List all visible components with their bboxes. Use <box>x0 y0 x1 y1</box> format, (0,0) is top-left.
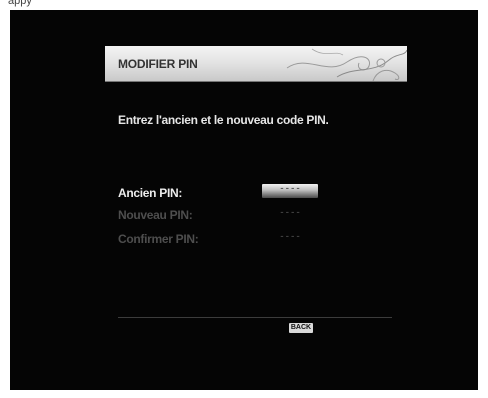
confirm-pin-field[interactable]: ---- <box>262 232 318 246</box>
old-pin-field[interactable]: ---- <box>262 184 318 198</box>
cropped-text: appy <box>8 0 32 7</box>
dialog-header: MODIFIER PIN <box>105 46 407 81</box>
instruction-text: Entrez l'ancien et le nouveau code PIN. <box>118 113 329 127</box>
new-pin-label: Nouveau PIN: <box>118 208 193 222</box>
decorative-swirl-icon <box>286 48 407 81</box>
dialog-title: MODIFIER PIN <box>118 57 198 71</box>
confirm-pin-label: Confirmer PIN: <box>118 232 199 246</box>
back-button[interactable]: BACK <box>289 323 313 333</box>
footer-divider <box>118 317 392 318</box>
tv-screen: MODIFIER PIN Entrez l'ancien et le nouve… <box>10 10 478 390</box>
new-pin-field[interactable]: ---- <box>262 208 318 222</box>
old-pin-label: Ancien PIN: <box>118 186 183 200</box>
